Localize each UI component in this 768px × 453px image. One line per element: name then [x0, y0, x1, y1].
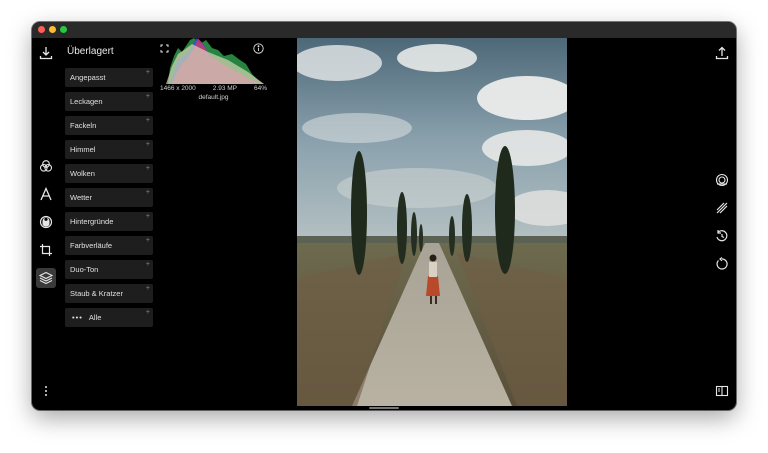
scroll-indicator[interactable]	[369, 407, 399, 409]
filter-item-staub-kratzer[interactable]: Staub & Kratzer +	[65, 284, 153, 303]
plus-icon: +	[145, 285, 150, 292]
filter-label: Leckagen	[70, 97, 103, 106]
plus-icon: +	[145, 189, 150, 196]
image-filename: default.jpg	[198, 94, 229, 101]
plus-icon: +	[145, 117, 150, 124]
filter-label: Staub & Kratzer	[70, 289, 123, 298]
filter-item-leckagen[interactable]: Leckagen +	[65, 92, 153, 111]
undo-history-icon[interactable]	[713, 227, 731, 245]
filter-item-wolken[interactable]: Wolken +	[65, 164, 153, 183]
overlay-filter-list: Angepasst + Leckagen + Fackeln + Himmel + Wo…	[65, 68, 153, 332]
filters-icon[interactable]	[37, 157, 55, 175]
share-icon[interactable]	[713, 44, 731, 62]
filter-item-farbverlaeufe[interactable]: Farbverläufe +	[65, 236, 153, 255]
filter-label: Wetter	[70, 193, 92, 202]
app-window: Überlagert Angepasst + Leckagen + Fackeln +…	[32, 22, 736, 410]
crop-icon[interactable]	[37, 241, 55, 259]
filter-item-fackeln[interactable]: Fackeln +	[65, 116, 153, 135]
info-icon[interactable]	[253, 41, 264, 54]
filter-label: Fackeln	[70, 121, 97, 130]
sidebar-toggle-icon[interactable]	[713, 382, 731, 400]
split-icon[interactable]	[713, 199, 731, 217]
filter-item-alle[interactable]: ••• Alle +	[65, 308, 153, 327]
layers-icon[interactable]	[36, 268, 56, 288]
filter-label: Farbverläufe	[70, 241, 113, 250]
zoom-level: 64%	[253, 85, 267, 92]
close-window-button[interactable]	[38, 26, 45, 33]
compare-icon[interactable]	[713, 171, 731, 189]
plus-icon: +	[145, 213, 150, 220]
filter-item-duo-ton[interactable]: Duo-Ton +	[65, 260, 153, 279]
minimize-window-button[interactable]	[49, 26, 56, 33]
expand-icon[interactable]	[160, 40, 169, 53]
filter-label: Alle	[88, 313, 102, 322]
title-bar	[32, 22, 736, 38]
image-dimensions: 1466 x 2000	[160, 85, 196, 92]
image-info: 1466 x 2000 2.93 MP 64% default.jpg	[160, 85, 267, 101]
plus-icon: +	[145, 261, 150, 268]
download-icon[interactable]	[37, 44, 55, 62]
filter-item-himmel[interactable]: Himmel +	[65, 140, 153, 159]
filter-label: Angepasst	[70, 73, 106, 82]
image-megapixels: 2.93 MP	[212, 85, 237, 92]
panel-title: Überlagert	[67, 46, 114, 57]
filter-item-wetter[interactable]: Wetter +	[65, 188, 153, 207]
filter-label: Duo-Ton	[70, 265, 99, 274]
ellipsis-icon: •••	[72, 313, 83, 322]
filter-label: Hintergründe	[70, 217, 114, 226]
plus-icon: +	[145, 69, 150, 76]
filter-label: Himmel	[70, 145, 96, 154]
plus-icon: +	[145, 237, 150, 244]
filter-label: Wolken	[70, 169, 95, 178]
plus-icon: +	[145, 141, 150, 148]
text-icon[interactable]	[37, 185, 55, 203]
photo-canvas[interactable]	[297, 38, 567, 406]
zoom-window-button[interactable]	[60, 26, 67, 33]
right-toolbar	[708, 38, 736, 410]
filter-item-hintergruende[interactable]: Hintergründe +	[65, 212, 153, 231]
undo-icon[interactable]	[713, 255, 731, 273]
more-icon[interactable]	[37, 382, 55, 400]
left-toolbar	[32, 38, 60, 410]
plus-icon: +	[145, 165, 150, 172]
histogram	[160, 38, 267, 84]
mask-icon[interactable]	[37, 213, 55, 231]
plus-icon: +	[145, 93, 150, 100]
plus-icon: +	[145, 309, 150, 316]
filter-item-angepasst[interactable]: Angepasst +	[65, 68, 153, 87]
